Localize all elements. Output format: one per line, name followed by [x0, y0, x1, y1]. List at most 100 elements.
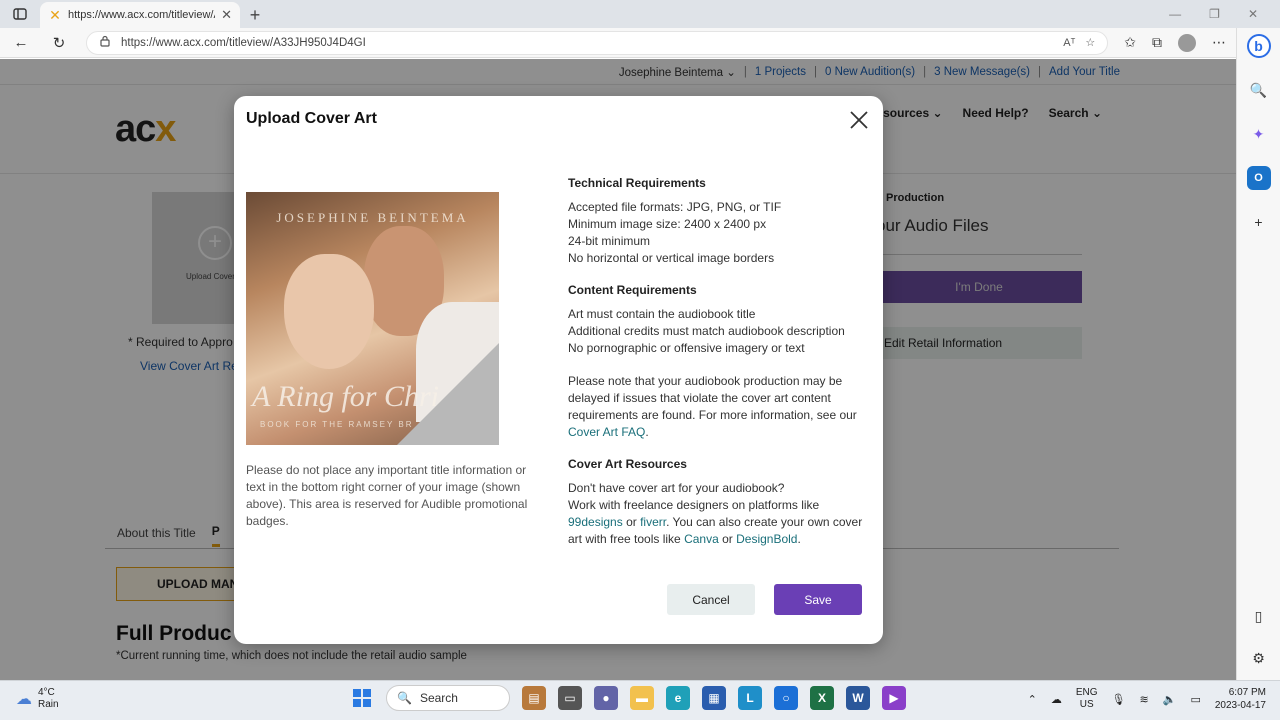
refresh-button[interactable]: ↻: [48, 32, 70, 54]
add-sidebar-app-icon[interactable]: +: [1247, 210, 1271, 234]
tray-overflow-icon[interactable]: ⌃: [1028, 693, 1037, 706]
lock-icon[interactable]: [99, 35, 111, 50]
requirements-column: Technical Requirements Accepted file for…: [568, 176, 868, 564]
refresh-icon: ↻: [52, 34, 66, 52]
resources-heading: Cover Art Resources: [568, 457, 687, 471]
rain-cloud-icon: ☁: [16, 691, 32, 708]
add-favorite-icon[interactable]: ☆: [1085, 36, 1095, 49]
canva-link[interactable]: Canva: [684, 532, 719, 546]
sidebar-search-icon[interactable]: 🔍: [1247, 78, 1271, 102]
clock-date: 2023-04-17: [1214, 700, 1266, 711]
lang-top: ENG: [1075, 687, 1098, 698]
sidebar-tools-icon[interactable]: ✦: [1247, 122, 1271, 146]
content-line: No pornographic or offensive imagery or …: [568, 341, 805, 355]
cover-note: Please do not place any important title …: [246, 463, 528, 528]
browser-tab-bar: ✕ https://www.acx.com/titleview/A ✕ + — …: [0, 0, 1280, 28]
technical-heading: Technical Requirements: [568, 176, 706, 190]
address-bar-row: ← ↻ https://www.acx.com/titleview/A33JH9…: [0, 28, 1236, 58]
tab-actions-button[interactable]: [0, 0, 40, 28]
tab-actions-icon: [13, 8, 27, 20]
cover-figure-woman: [284, 254, 374, 369]
content-line: Additional credits must match audiobook …: [568, 324, 845, 338]
delay-note-body: Please note that your audiobook producti…: [568, 374, 857, 422]
onedrive-icon[interactable]: ☁: [1051, 693, 1062, 706]
minimize-icon[interactable]: —: [1169, 7, 1181, 21]
weather-text: 4°C Rain: [38, 687, 59, 711]
battery-icon[interactable]: ▭: [1190, 693, 1200, 706]
designbold-link[interactable]: DesignBold: [736, 532, 797, 546]
excel-icon[interactable]: X: [810, 686, 834, 710]
l-app-icon[interactable]: L: [738, 686, 762, 710]
profile-avatar[interactable]: [1178, 33, 1196, 52]
widgets-app-icon[interactable]: ▤: [522, 686, 546, 710]
cover-author-text: JOSEPHINE BEINTEMA: [276, 210, 469, 225]
clipchamp-icon[interactable]: ▶: [882, 686, 906, 710]
file-explorer-icon[interactable]: ▬: [630, 686, 654, 710]
microphone-icon[interactable]: 🎙: [1112, 693, 1126, 706]
cover-art-faq-link[interactable]: Cover Art FAQ: [568, 425, 645, 439]
close-window-icon[interactable]: ✕: [1248, 7, 1258, 21]
cover-art-resources: Cover Art Resources Don't have cover art…: [568, 457, 868, 548]
tab-close-icon[interactable]: ✕: [221, 7, 232, 23]
clock[interactable]: 6:07 PM 2023-04-17: [1215, 686, 1266, 712]
split-screen-icon[interactable]: ▯: [1247, 604, 1271, 628]
taskbar-search-label: Search: [419, 691, 458, 705]
weather-desc: Rain: [38, 699, 59, 710]
store-icon[interactable]: ▦: [702, 686, 726, 710]
url-text[interactable]: https://www.acx.com/titleview/A33JH950J4…: [121, 37, 1053, 49]
read-aloud-icon[interactable]: Aᵀ: [1063, 37, 1075, 49]
clock-time: 6:07 PM: [1228, 687, 1266, 698]
delay-note: Please note that your audiobook producti…: [568, 373, 868, 441]
start-icon[interactable]: [350, 686, 374, 710]
collections-icon[interactable]: ⧉: [1152, 34, 1162, 51]
cover-art-preview: JOSEPHINE BEINTEMA A Ring for Chri BOOK …: [246, 192, 499, 445]
file-app-icon[interactable]: ▭: [558, 686, 582, 710]
tech-line: No horizontal or vertical image borders: [568, 251, 775, 265]
new-tab-button[interactable]: +: [240, 2, 270, 28]
edge-browser-icon[interactable]: e: [666, 686, 690, 710]
tech-line: Accepted file formats: JPG, PNG, or TIF: [568, 200, 782, 214]
delay-note-text: Please note that your audiobook producti…: [568, 373, 868, 441]
system-tray: ⌃ ☁ ENG US 🎙 ≋ 🔈 ▭ 6:07 PM 2023-04-17: [1028, 686, 1266, 712]
bing-chat-icon[interactable]: b: [1246, 34, 1271, 58]
modal-close-button[interactable]: [847, 108, 871, 132]
tab-title: https://www.acx.com/titleview/A: [68, 9, 216, 21]
wifi-icon[interactable]: ≋: [1140, 693, 1149, 706]
tech-line: 24-bit minimum: [568, 234, 651, 248]
cover-subtitle: BOOK FOR THE RAMSEY BR: [260, 420, 414, 429]
fiverr-link[interactable]: fiverr: [640, 515, 666, 529]
more-options-icon[interactable]: ⋯: [1212, 34, 1226, 51]
favorites-icon[interactable]: ✩: [1124, 34, 1136, 51]
save-button[interactable]: Save: [774, 584, 862, 615]
language-indicator[interactable]: ENG US: [1076, 687, 1098, 711]
lang-bottom: US: [1079, 699, 1094, 710]
99designs-link[interactable]: 99designs: [568, 515, 623, 529]
cancel-button[interactable]: Cancel: [667, 584, 755, 615]
tech-line: Minimum image size: 2400 x 2400 px: [568, 217, 767, 231]
or-text: or: [626, 515, 637, 529]
sidebar-settings-icon[interactable]: ⚙: [1247, 646, 1271, 670]
window-controls: — ❐ ✕: [1169, 0, 1280, 28]
taskbar-apps: 🔍 Search ▤ ▭ ● ▬ e ▦ L ○ X W ▶: [350, 685, 906, 711]
edge-sidebar: b 🔍 ✦ O + ▯ ⚙: [1236, 28, 1280, 680]
or-text: or: [722, 532, 733, 546]
acx-favicon-icon: ✕: [49, 6, 61, 23]
maximize-icon[interactable]: ❐: [1209, 7, 1220, 21]
promo-badge-zone: [397, 343, 499, 445]
teams-chat-icon[interactable]: ●: [594, 686, 618, 710]
taskbar-search[interactable]: 🔍 Search: [386, 685, 510, 711]
url-box[interactable]: https://www.acx.com/titleview/A33JH950J4…: [86, 30, 1109, 55]
browser-toolbar: ✩ ⧉ ⋯: [1124, 33, 1226, 52]
back-button[interactable]: ←: [10, 32, 32, 54]
word-icon[interactable]: W: [846, 686, 870, 710]
volume-icon[interactable]: 🔈: [1163, 693, 1177, 706]
weather-widget[interactable]: ☁ 4°C Rain: [16, 687, 59, 711]
resources-line1: Don't have cover art for your audiobook?: [568, 481, 785, 495]
circle-app-icon[interactable]: ○: [774, 686, 798, 710]
outlook-icon[interactable]: O: [1246, 166, 1271, 190]
technical-requirements: Technical Requirements Accepted file for…: [568, 176, 868, 267]
delay-note-end: .: [645, 425, 649, 439]
resources-body: Work with freelance designers on platfor…: [568, 497, 868, 548]
search-icon: 🔍: [397, 691, 412, 705]
browser-tab-acx[interactable]: ✕ https://www.acx.com/titleview/A ✕: [40, 2, 240, 28]
